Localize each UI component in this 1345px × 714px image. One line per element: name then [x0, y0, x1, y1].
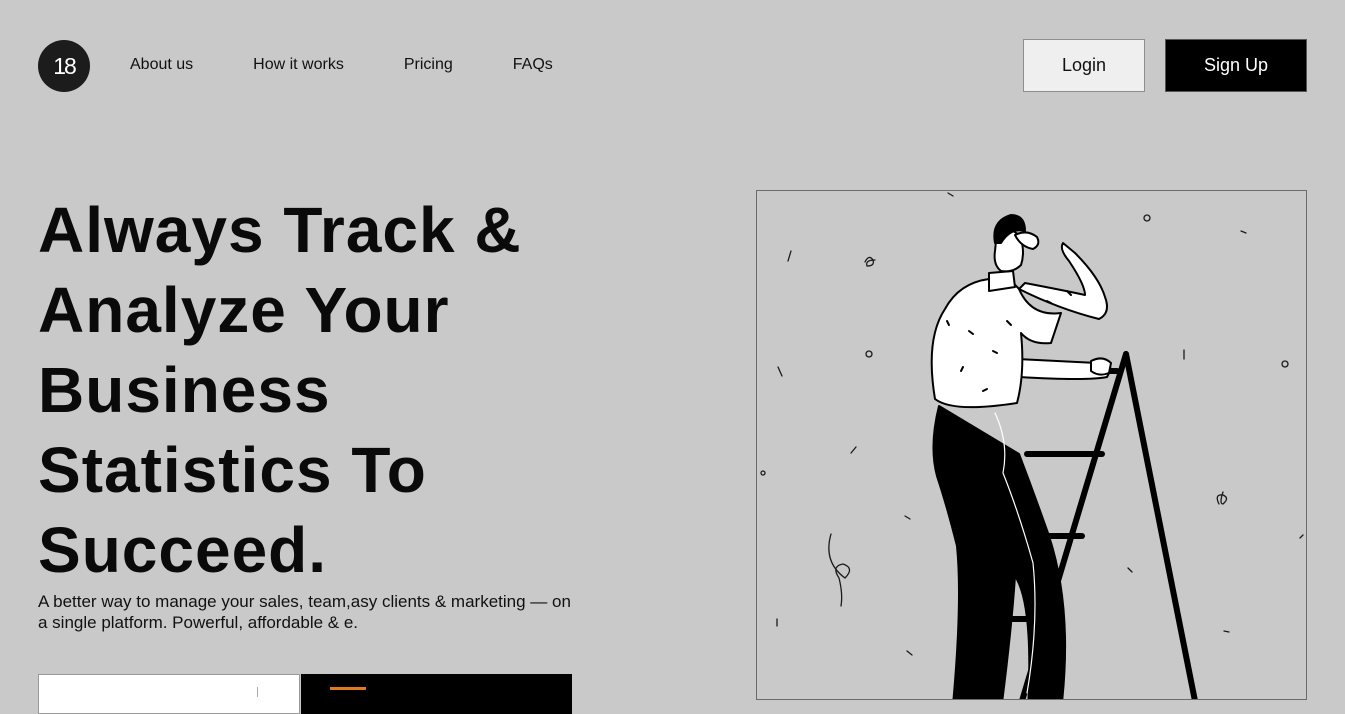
- sign-up-button[interactable]: Sign Up: [1165, 39, 1307, 92]
- nav-how-it-works[interactable]: How it works: [253, 55, 344, 75]
- logo[interactable]: 18: [38, 40, 90, 92]
- person-figure: [930, 214, 1112, 699]
- get-started-button[interactable]: [301, 674, 572, 714]
- input-divider: [257, 687, 258, 697]
- main-nav: About us How it works Pricing FAQs: [130, 55, 613, 75]
- hero-subtitle: A better way to manage your sales, team,…: [38, 592, 571, 632]
- person-on-ladder-illustration: [756, 190, 1307, 700]
- email-input[interactable]: [38, 674, 300, 714]
- nav-faqs[interactable]: FAQs: [513, 55, 553, 75]
- login-button[interactable]: Login: [1023, 39, 1145, 92]
- logo-text: 18: [53, 52, 77, 79]
- hero-title: Always Track & Analyze Your Business Sta…: [38, 194, 522, 586]
- nav-about-us[interactable]: About us: [130, 55, 193, 75]
- nav-pricing[interactable]: Pricing: [404, 55, 453, 75]
